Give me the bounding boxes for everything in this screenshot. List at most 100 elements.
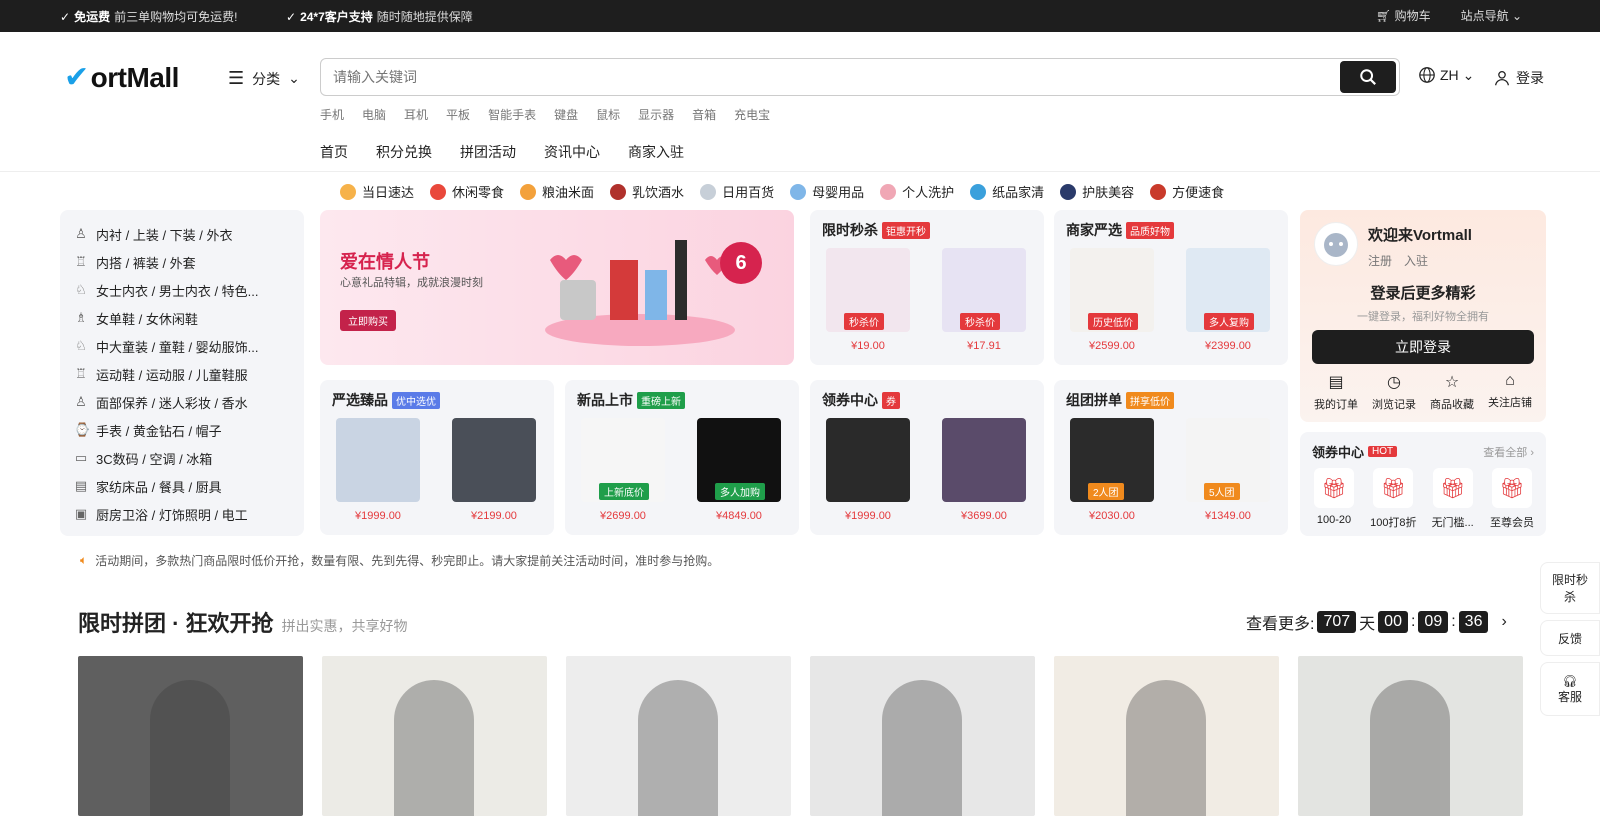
quick-op[interactable]: ▤ 我的订单 bbox=[1308, 372, 1364, 412]
float-service[interactable]: 🎧︎ 客服 bbox=[1540, 662, 1600, 716]
side-category-item[interactable]: ▤ 家纺床品 / 餐具 / 厨具 bbox=[74, 472, 290, 500]
product-thumbnail[interactable]: 5人团 bbox=[1186, 418, 1270, 502]
category-chip[interactable]: 纸品家清 bbox=[970, 182, 1044, 201]
coupon-item[interactable]: 🎁︎ 无门槛... bbox=[1425, 468, 1481, 530]
side-category-item[interactable]: ▭ 3C数码 / 空调 / 冰箱 bbox=[74, 444, 290, 472]
quick-op[interactable]: ◷ 浏览记录 bbox=[1366, 372, 1422, 412]
side-category-item[interactable]: ♗ 女单鞋 / 女休闲鞋 bbox=[74, 304, 290, 332]
view-all-coupons-link[interactable]: 查看全部 › bbox=[1483, 444, 1534, 460]
group-buy-product-image[interactable] bbox=[566, 656, 791, 816]
side-category-item[interactable]: ♖ 运动鞋 / 运动服 / 儿童鞋服 bbox=[74, 360, 290, 388]
bed-icon: ▤ bbox=[74, 478, 88, 493]
promo-card[interactable]: 严选臻品 优中选优 ¥1999.00 ¥2199.00 bbox=[320, 380, 554, 535]
category-chip[interactable]: 母婴用品 bbox=[790, 182, 864, 201]
banner-buy-button[interactable]: 立即购买 bbox=[340, 310, 396, 331]
product-thumbnail[interactable]: 上新底价 bbox=[581, 418, 665, 502]
product-thumbnail[interactable] bbox=[336, 418, 420, 502]
login-link[interactable]: 登录 bbox=[1494, 68, 1544, 88]
promo-card[interactable]: 新品上市 重磅上新 上新底价 ¥2699.00 多人加购 ¥4849.00 bbox=[565, 380, 799, 535]
side-category-label: 面部保养 / 迷人彩妆 / 香水 bbox=[96, 395, 248, 411]
category-chip[interactable]: 护肤美容 bbox=[1060, 182, 1134, 201]
quick-op[interactable]: ☆ 商品收藏 bbox=[1424, 372, 1480, 412]
product-thumbnail[interactable]: 秒杀价 bbox=[942, 248, 1026, 332]
side-category-label: 内搭 / 裤装 / 外套 bbox=[96, 255, 196, 271]
side-category-item[interactable]: ♙ 内衬 / 上装 / 下装 / 外衣 bbox=[74, 220, 290, 248]
group-buy-product-image[interactable] bbox=[810, 656, 1035, 816]
coupon-item[interactable]: 🎁︎ 100-20 bbox=[1306, 468, 1362, 530]
float-flash-sale[interactable]: 限时秒杀 bbox=[1540, 562, 1600, 614]
side-category-item[interactable]: ♙ 面部保养 / 迷人彩妆 / 香水 bbox=[74, 388, 290, 416]
coupon-item[interactable]: 🎁︎ 至尊会员 bbox=[1484, 468, 1540, 530]
hot-keyword[interactable]: 键盘 bbox=[554, 106, 578, 123]
promo-card[interactable]: 商家严选 品质好物 历史低价 ¥2599.00 多人复购 ¥2399.00 bbox=[1054, 210, 1288, 365]
hot-keyword[interactable]: 鼠标 bbox=[596, 106, 620, 123]
category-chip[interactable]: 粮油米面 bbox=[520, 182, 594, 201]
quick-op[interactable]: ⌂ 关注店铺 bbox=[1482, 372, 1538, 412]
product-thumbnail[interactable] bbox=[826, 418, 910, 502]
hot-keyword[interactable]: 显示器 bbox=[638, 106, 674, 123]
group-buy-product-image[interactable] bbox=[78, 656, 303, 816]
hot-keyword[interactable]: 充电宝 bbox=[734, 106, 770, 123]
hot-keyword[interactable]: 智能手表 bbox=[488, 106, 536, 123]
view-more-label[interactable]: 查看更多: bbox=[1246, 610, 1314, 634]
valentine-banner[interactable]: 爱在情人节 心意礼品特辑，成就浪漫时刻 立即购买 6 bbox=[320, 210, 794, 365]
hot-keyword[interactable]: 电脑 bbox=[362, 106, 386, 123]
nav-item[interactable]: 拼团活动 bbox=[460, 142, 516, 162]
search-input[interactable] bbox=[321, 69, 1340, 85]
product-thumbnail[interactable] bbox=[942, 418, 1026, 502]
side-category-item[interactable]: ▣ 厨房卫浴 / 灯饰照明 / 电工 bbox=[74, 500, 290, 528]
side-category-item[interactable]: ♘ 中大童装 / 童鞋 / 婴幼服饰... bbox=[74, 332, 290, 360]
side-category-item[interactable]: ♖ 内搭 / 裤装 / 外套 bbox=[74, 248, 290, 276]
language-switch[interactable]: ZH ⌄ bbox=[1418, 66, 1474, 84]
cart-link[interactable]: 🛒︎ 购物车 bbox=[1376, 7, 1431, 24]
model-silhouette-icon bbox=[1126, 680, 1206, 816]
join-link[interactable]: 入驻 bbox=[1404, 252, 1428, 269]
side-category-item[interactable]: ♘ 女士内衣 / 男士内衣 / 特色... bbox=[74, 276, 290, 304]
group-buy-product-image[interactable] bbox=[1298, 656, 1523, 816]
language-label: ZH bbox=[1440, 67, 1459, 83]
promo-card[interactable]: 限时秒杀 钜惠开秒 秒杀价 ¥19.00 秒杀价 ¥17.91 bbox=[810, 210, 1044, 365]
hot-keyword[interactable]: 耳机 bbox=[404, 106, 428, 123]
tip-title: 免运费 bbox=[74, 10, 111, 24]
logo-text: ortMall bbox=[90, 61, 180, 93]
hot-keyword[interactable]: 音箱 bbox=[692, 106, 716, 123]
nav-item[interactable]: 商家入驻 bbox=[628, 142, 684, 162]
category-chip[interactable]: 休闲零食 bbox=[430, 182, 504, 201]
product-badge: 5人团 bbox=[1204, 483, 1240, 500]
banner-subtitle: 心意礼品特辑，成就浪漫时刻 bbox=[340, 277, 483, 289]
category-chip[interactable]: 当日速达 bbox=[340, 182, 414, 201]
product-thumbnail[interactable]: 历史低价 bbox=[1070, 248, 1154, 332]
promo-card[interactable]: 组团拼单 拼享低价 2人团 ¥2030.00 5人团 ¥1349.00 bbox=[1054, 380, 1288, 535]
category-chip[interactable]: 日用百货 bbox=[700, 182, 774, 201]
category-chip[interactable]: 方便速食 bbox=[1150, 182, 1224, 201]
product-thumbnail[interactable]: 多人加购 bbox=[697, 418, 781, 502]
register-link[interactable]: 注册 bbox=[1368, 252, 1392, 269]
nav-item[interactable]: 积分兑换 bbox=[376, 142, 432, 162]
product-price: ¥1999.00 bbox=[355, 510, 401, 522]
hot-keyword[interactable]: 手机 bbox=[320, 106, 344, 123]
group-buy-product-image[interactable] bbox=[1054, 656, 1279, 816]
site-nav-dropdown[interactable]: 站点导航 ⌄ bbox=[1461, 7, 1522, 24]
category-menu[interactable]: ☰ 分类 ⌄ bbox=[228, 68, 300, 89]
category-chip[interactable]: 个人洗护 bbox=[880, 182, 954, 201]
hot-keyword[interactable]: 平板 bbox=[446, 106, 470, 123]
discount-badge: 6 bbox=[720, 242, 762, 284]
side-category-item[interactable]: ⌚ 手表 / 黄金钻石 / 帽子 bbox=[74, 416, 290, 444]
login-now-button[interactable]: 立即登录 bbox=[1312, 330, 1534, 364]
chevron-right-icon[interactable]: › bbox=[1501, 613, 1506, 631]
nav-item[interactable]: 资讯中心 bbox=[544, 142, 600, 162]
category-chip[interactable]: 乳饮酒水 bbox=[610, 182, 684, 201]
product-thumbnail[interactable]: 2人团 bbox=[1070, 418, 1154, 502]
product-thumbnail[interactable]: 多人复购 bbox=[1186, 248, 1270, 332]
float-feedback[interactable]: 反馈 bbox=[1540, 620, 1600, 656]
logo[interactable]: ✔ ortMall bbox=[64, 60, 179, 95]
promo-card[interactable]: 领券中心券 ¥1999.00 ¥3699.00 bbox=[810, 380, 1044, 535]
login-label: 登录 bbox=[1516, 70, 1544, 86]
group-buy-product-image[interactable] bbox=[322, 656, 547, 816]
category-chip-icon bbox=[1150, 183, 1167, 200]
nav-item[interactable]: 首页 bbox=[320, 142, 348, 162]
product-thumbnail[interactable] bbox=[452, 418, 536, 502]
search-button[interactable] bbox=[1340, 61, 1396, 93]
product-thumbnail[interactable]: 秒杀价 bbox=[826, 248, 910, 332]
coupon-item[interactable]: 🎁︎ 100打8折 bbox=[1365, 468, 1421, 530]
